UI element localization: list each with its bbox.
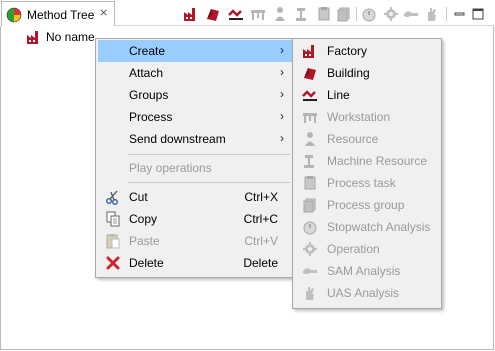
submenu-arrow-icon: › — [280, 43, 284, 57]
submenu-item-label: Process group — [327, 198, 405, 212]
resource-icon[interactable] — [272, 6, 288, 22]
menu-item-process[interactable]: Process › — [98, 106, 292, 128]
menu-item-label: Paste — [129, 234, 160, 248]
menu-item-paste[interactable]: Paste Ctrl+V — [98, 230, 292, 252]
close-icon[interactable]: ⨯ — [99, 6, 108, 19]
menu-separator — [128, 182, 290, 183]
building-icon[interactable] — [205, 6, 221, 22]
submenu-arrow-icon: › — [280, 109, 284, 123]
resource-icon — [305, 132, 315, 146]
submenu-item-label: Stopwatch Analysis — [327, 220, 431, 234]
submenu-item-resource[interactable]: Resource — [295, 128, 439, 150]
tree-root-label: No name — [46, 30, 95, 44]
building-icon — [304, 68, 316, 80]
process-group-icon — [303, 198, 316, 213]
submenu-item-stopwatch-analysis[interactable]: Stopwatch Analysis — [295, 216, 439, 238]
uas-analysis-icon — [306, 287, 314, 300]
menu-item-shortcut: Ctrl+V — [244, 234, 278, 248]
process-task-icon[interactable] — [316, 6, 332, 22]
operation-icon[interactable] — [383, 6, 399, 22]
menu-item-shortcut: Ctrl+C — [243, 212, 278, 226]
menu-item-delete[interactable]: Delete Delete — [98, 252, 292, 274]
menu-item-label: Attach — [129, 66, 164, 80]
paste-icon — [106, 234, 120, 249]
copy-icon — [106, 211, 120, 227]
submenu-arrow-icon: › — [280, 131, 284, 145]
process-task-icon — [304, 176, 316, 190]
submenu-item-label: Factory — [327, 44, 368, 58]
stopwatch-icon — [303, 221, 317, 235]
method-tree-icon — [6, 7, 22, 23]
menu-item-create[interactable]: Create › — [98, 40, 292, 62]
submenu-item-operation[interactable]: Operation — [295, 238, 439, 260]
menu-item-label: Groups — [129, 88, 169, 102]
factory-icon[interactable] — [183, 6, 199, 22]
tree-root-item[interactable]: No name — [26, 28, 95, 46]
submenu-arrow-icon: › — [280, 87, 284, 101]
submenu-item-label: Building — [327, 66, 370, 80]
submenu-item-label: Resource — [327, 132, 379, 146]
menu-item-play-operations[interactable]: Play operations — [98, 157, 292, 179]
submenu-item-sam-analysis[interactable]: SAM Analysis — [295, 260, 439, 282]
method-tree-tab[interactable]: Method Tree ⨯ — [1, 1, 115, 26]
tab-divider — [115, 25, 494, 26]
tab-title: Method Tree — [27, 8, 95, 22]
menu-item-label: Create — [129, 44, 166, 58]
sam-analysis-icon — [303, 268, 317, 274]
menu-item-cut[interactable]: Cut Ctrl+X — [98, 186, 292, 208]
factory-icon — [303, 45, 314, 58]
submenu-item-uas-analysis[interactable]: UAS Analysis — [295, 282, 439, 304]
toolbar-separator — [356, 7, 357, 21]
submenu-item-label: Process task — [327, 176, 396, 190]
menu-item-label: Process — [129, 110, 173, 124]
submenu-item-building[interactable]: Building — [295, 62, 439, 84]
menu-item-copy[interactable]: Copy Ctrl+C — [98, 208, 292, 230]
menu-item-send-downstream[interactable]: Send downstream › — [98, 128, 292, 150]
submenu-item-workstation[interactable]: Workstation — [295, 106, 439, 128]
submenu-item-label: Operation — [327, 242, 380, 256]
submenu-item-label: UAS Analysis — [327, 286, 400, 300]
menu-item-shortcut: Delete — [243, 256, 278, 270]
sam-analysis-icon[interactable] — [403, 6, 419, 22]
menu-item-attach[interactable]: Attach › — [98, 62, 292, 84]
submenu-item-label: Machine Resource — [327, 154, 428, 168]
submenu-item-machine-resource[interactable]: Machine Resource — [295, 150, 439, 172]
workstation-icon — [303, 113, 317, 123]
submenu-item-label: Line — [327, 88, 350, 102]
toolbar-separator — [446, 7, 447, 21]
workstation-icon[interactable] — [250, 6, 266, 22]
line-icon[interactable] — [228, 6, 244, 22]
uas-analysis-icon[interactable] — [424, 6, 440, 22]
submenu-item-line[interactable]: Line — [295, 84, 439, 106]
scissors-icon — [106, 190, 118, 205]
context-menu: Create › Attach › Groups › Process › Sen… — [95, 38, 295, 278]
stopwatch-icon[interactable] — [361, 6, 377, 22]
submenu-item-label: SAM Analysis — [327, 264, 401, 278]
menu-separator — [128, 154, 290, 155]
menu-item-label: Send downstream — [129, 132, 226, 146]
menu-item-label: Cut — [129, 190, 148, 204]
factory-icon — [27, 31, 38, 44]
maximize-icon[interactable] — [470, 6, 486, 22]
menu-item-label: Play operations — [129, 161, 212, 175]
process-group-icon[interactable] — [336, 6, 352, 22]
submenu-item-process-task[interactable]: Process task — [295, 172, 439, 194]
operation-icon — [303, 242, 317, 256]
menu-item-label: Copy — [129, 212, 158, 226]
view-tab-bar: Method Tree ⨯ — [0, 0, 495, 26]
line-icon — [302, 90, 317, 101]
delete-icon — [106, 256, 120, 270]
create-submenu: Factory Building Line Workstation Resour… — [292, 38, 442, 309]
submenu-item-label: Workstation — [327, 110, 391, 124]
machine-resource-icon — [304, 155, 314, 168]
machine-resource-icon[interactable] — [294, 6, 310, 22]
submenu-item-factory[interactable]: Factory — [295, 40, 439, 62]
menu-item-label: Delete — [129, 256, 164, 270]
menu-item-groups[interactable]: Groups › — [98, 84, 292, 106]
menu-item-shortcut: Ctrl+X — [244, 190, 278, 204]
submenu-item-process-group[interactable]: Process group — [295, 194, 439, 216]
submenu-arrow-icon: › — [280, 65, 284, 79]
minimize-icon[interactable] — [452, 6, 468, 22]
